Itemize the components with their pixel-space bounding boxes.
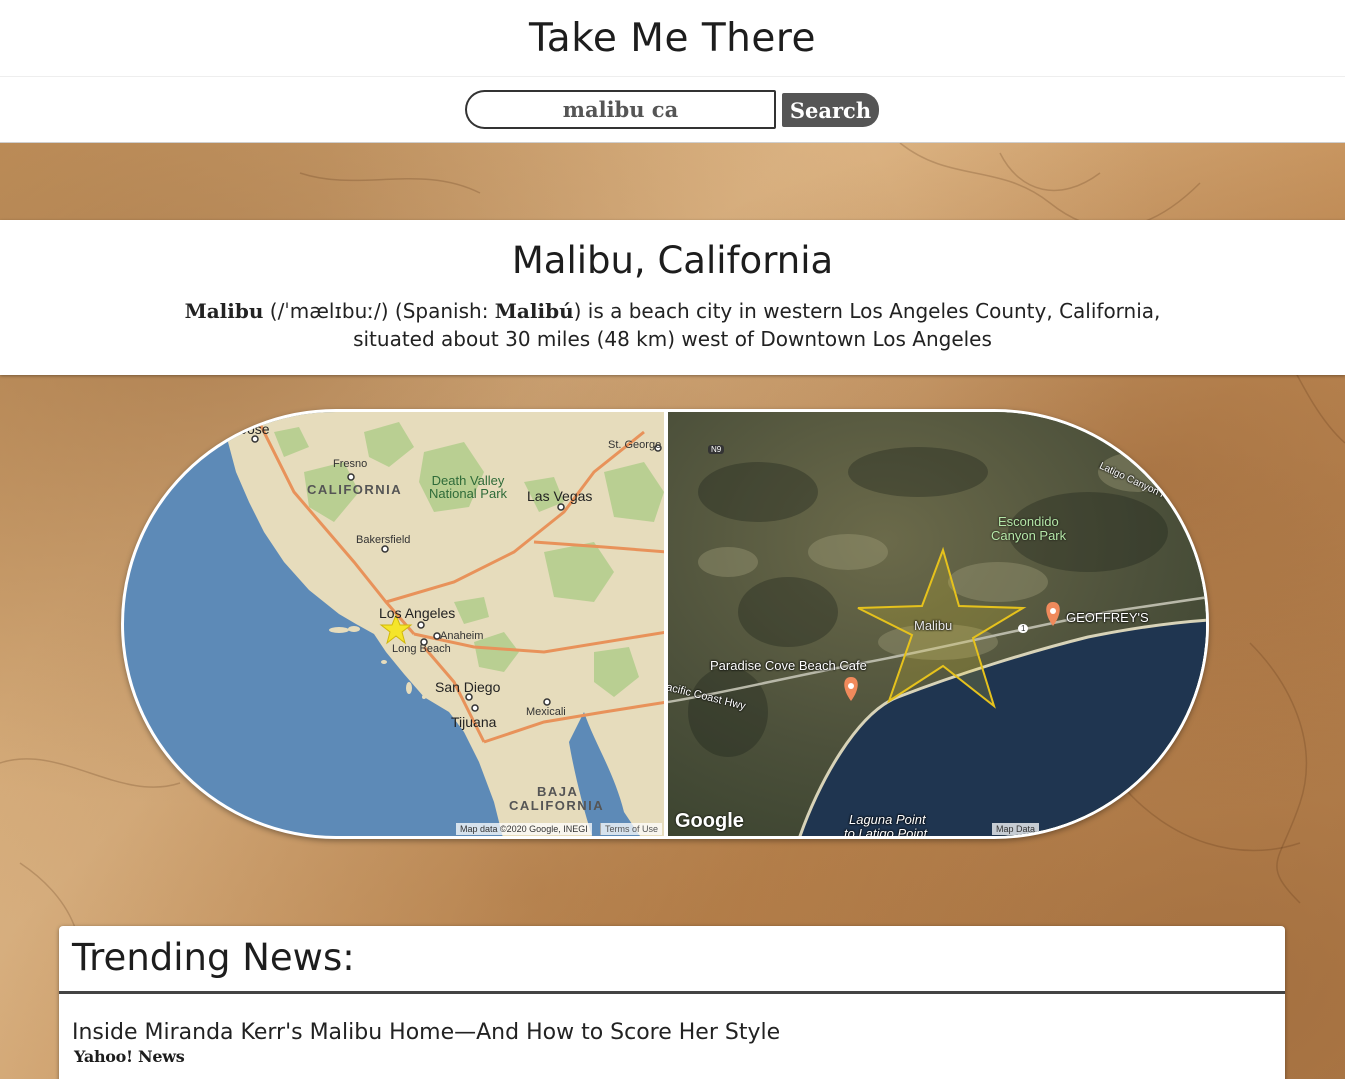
map-label-anaheim: Anaheim (440, 630, 484, 642)
app-title: Take Me There (528, 16, 817, 61)
place-spanish-name: Malibú (494, 299, 574, 323)
map-label-death-valley-text: Death Valley National Park (429, 473, 508, 501)
map-label-los-angeles: Los Angeles (379, 605, 456, 621)
road-map-graphic (224, 412, 664, 836)
map-label-paradise-cove: Paradise Cove Beach Cafe (709, 658, 867, 673)
map-label-latigo-point: to Latigo Point (843, 826, 928, 836)
map-label-geoffreys: GEOFFREY'S (1065, 610, 1149, 625)
place-name: Malibu (184, 299, 264, 323)
road-map[interactable]: Jose St. George Fresno CALIFORNIA Death … (124, 412, 664, 836)
trending-news-panel: Trending News: Inside Miranda Kerr's Mal… (59, 926, 1285, 1079)
search-input[interactable] (465, 90, 776, 129)
satellite-map[interactable]: N9 Latigo Canyon Rd Escondido Canyon Par… (667, 412, 1206, 836)
map-label-escondido-park: Canyon Park (990, 528, 1067, 543)
map-label-bakersfield: Bakersfield (356, 534, 411, 546)
header-divider (0, 76, 1345, 77)
satellite-map-attribution: Map Data (991, 823, 1040, 835)
place-info-card: Malibu, California Malibu (/ˈmælɪbuː/) (… (0, 220, 1345, 375)
news-item-source: Yahoo! News (74, 1047, 185, 1066)
map-label-laguna-point: Laguna Point (848, 812, 926, 827)
highway-shield-n9: N9 (707, 445, 725, 454)
place-pronunciation: (/ˈmælɪbuː/) (Spanish: (263, 299, 495, 323)
news-heading: Trending News: (72, 936, 355, 979)
map-label-baja-california: CALIFORNIA (509, 798, 605, 813)
maps-container: Jose St. George Fresno CALIFORNIA Death … (121, 409, 1209, 839)
place-title: Malibu, California (511, 239, 834, 282)
road-map-attribution: Map data ©2020 Google, INEGI (456, 823, 592, 835)
map-label-california: CALIFORNIA (307, 482, 403, 497)
map-label-tijuana: Tijuana (451, 714, 497, 730)
map-label-baja: BAJA (537, 784, 579, 799)
news-item: Inside Miranda Kerr's Malibu Home—And Ho… (59, 994, 1285, 1066)
map-label-san-diego: San Diego (435, 679, 501, 695)
terms-of-use-link[interactable]: Terms of Use (600, 823, 663, 835)
search-form: Search (465, 90, 879, 130)
map-label-long-beach: Long Beach (392, 643, 451, 655)
place-description: Malibu (/ˈmælɪbuː/) (Spanish: Malibú) is… (183, 297, 1163, 353)
map-label-st-george: St. George (608, 439, 662, 451)
map-label-malibu: Malibu (913, 618, 953, 633)
app-header: Take Me There Search (0, 0, 1345, 143)
map-label-las-vegas: Las Vegas (527, 488, 593, 504)
google-logo: Google (674, 810, 744, 832)
map-label-death-valley: Death Valley National Park (429, 474, 507, 500)
map-label-escondido: Escondido (997, 514, 1059, 529)
map-label-fresno: Fresno (333, 458, 368, 470)
news-item-title[interactable]: Inside Miranda Kerr's Malibu Home—And Ho… (72, 1020, 1285, 1045)
map-label-mexicali: Mexicali (526, 706, 566, 718)
map-label-jose: Jose (240, 421, 270, 437)
search-button[interactable]: Search (782, 93, 879, 127)
